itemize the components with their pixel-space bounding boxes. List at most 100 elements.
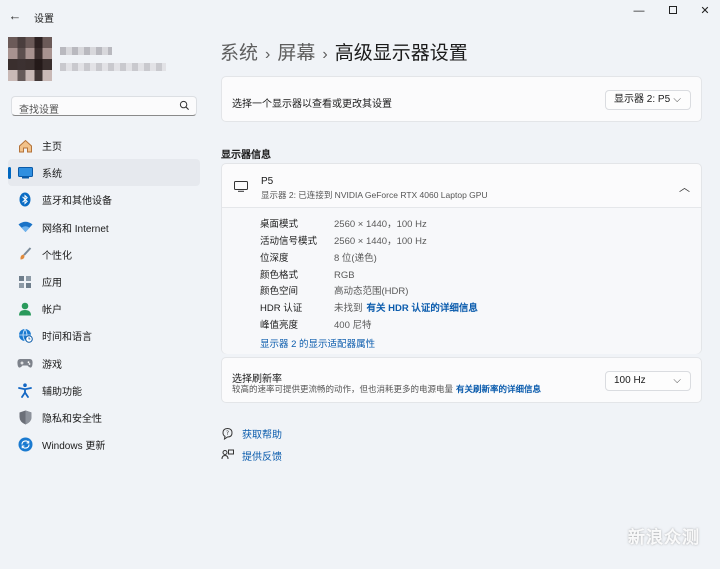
sidebar-item-accounts[interactable]: 帐户: [8, 295, 200, 322]
monitor-icon: [234, 181, 248, 192]
refresh-rate-card: 选择刷新率 较高的速率可提供更流畅的动作，但也消耗更多的电源电量 有关刷新率的详细…: [221, 357, 702, 403]
info-value: 未找到: [334, 303, 363, 314]
info-row: 活动信号模式 2560 × 1440，100 Hz: [260, 233, 427, 247]
help-icon: ?: [221, 427, 234, 440]
user-email-redacted: [60, 63, 166, 71]
apps-icon: [17, 274, 33, 290]
sidebar-nav: 主页 系统 蓝牙和其他设备 网络和 Internet 个性化 应用 帐户 时间和…: [8, 132, 200, 458]
maximize-button[interactable]: [658, 4, 688, 18]
info-row: 桌面模式 2560 × 1440，100 Hz: [260, 216, 427, 230]
sidebar-item-time-language[interactable]: 时间和语言: [8, 322, 200, 349]
search-input[interactable]: 查找设置: [19, 101, 59, 116]
sidebar-item-personalization[interactable]: 个性化: [8, 241, 200, 268]
sidebar-item-privacy[interactable]: 隐私和安全性: [8, 404, 200, 431]
sidebar-item-label: 隐私和安全性: [42, 413, 102, 425]
chevron-up-icon[interactable]: ︿: [679, 179, 690, 195]
monitor-name: P5: [261, 176, 274, 187]
maximize-icon: [669, 6, 677, 14]
feedback-link[interactable]: 提供反馈: [221, 448, 282, 463]
info-value: 400 尼特: [334, 320, 372, 331]
sidebar-item-windows-update[interactable]: Windows 更新: [8, 431, 200, 458]
info-key: 颜色格式: [260, 270, 299, 281]
info-value: 2560 × 1440，100 Hz: [334, 219, 427, 230]
info-row: 峰值亮度 400 尼特: [260, 317, 372, 331]
get-help-label: 获取帮助: [242, 430, 282, 441]
wifi-icon: [17, 219, 33, 235]
sidebar-item-label: 个性化: [42, 250, 72, 262]
user-profile[interactable]: [8, 37, 168, 81]
monitor-dropdown-value: 显示器 2: P5: [614, 94, 671, 105]
home-icon: [17, 138, 33, 154]
back-button[interactable]: ←: [7, 8, 23, 24]
info-key: 位深度: [260, 253, 289, 264]
globe-clock-icon: [17, 328, 33, 344]
sidebar-item-label: 蓝牙和其他设备: [42, 196, 112, 208]
sidebar-item-label: 帐户: [42, 305, 62, 317]
window-title: 设置: [34, 14, 54, 25]
sidebar-item-label: 辅助功能: [42, 386, 82, 398]
display-info-card: P5 显示器 2: 已连接到 NVIDIA GeForce RTX 4060 L…: [221, 163, 702, 354]
breadcrumb-display[interactable]: 屏幕: [277, 43, 315, 64]
sidebar-item-label: 游戏: [42, 359, 62, 371]
sidebar-item-label: 时间和语言: [42, 332, 92, 344]
section-title-display-info: 显示器信息: [221, 150, 271, 161]
breadcrumb-system[interactable]: 系统: [220, 43, 258, 64]
info-key: 颜色空间: [260, 286, 299, 297]
refresh-rate-note: 较高的速率可提供更流畅的动作，但也消耗更多的电源电量: [232, 384, 454, 394]
info-key: HDR 认证: [260, 303, 303, 314]
info-value: 高动态范围(HDR): [334, 286, 409, 297]
display-info-header[interactable]: P5 显示器 2: 已连接到 NVIDIA GeForce RTX 4060 L…: [222, 164, 701, 208]
search-box[interactable]: 查找设置: [11, 96, 197, 116]
accessibility-icon: [17, 382, 33, 398]
sidebar-item-system[interactable]: 系统: [8, 159, 200, 187]
update-icon: [17, 437, 33, 453]
account-icon: [17, 301, 33, 317]
gamepad-icon: [17, 355, 33, 371]
info-key: 桌面模式: [260, 219, 299, 230]
watermark: 新浪众测: [628, 528, 700, 547]
sidebar-item-label: 主页: [42, 142, 62, 154]
feedback-label: 提供反馈: [242, 452, 282, 463]
sidebar-item-gaming[interactable]: 游戏: [8, 350, 200, 377]
chevron-down-icon: ⌵: [673, 375, 681, 386]
search-icon[interactable]: [179, 100, 190, 111]
chevron-down-icon: ⌵: [673, 94, 681, 105]
refresh-rate-info-link[interactable]: 有关刷新率的详细信息: [456, 384, 541, 394]
monitor-select-label: 选择一个显示器以查看或更改其设置: [232, 99, 392, 110]
bluetooth-icon: [17, 192, 33, 208]
breadcrumb-separator: ›: [265, 46, 271, 63]
close-button[interactable]: ✕: [690, 4, 720, 18]
refresh-rate-description: 较高的速率可提供更流畅的动作，但也消耗更多的电源电量 有关刷新率的详细信息: [232, 383, 541, 395]
system-icon: [17, 165, 33, 181]
sidebar-item-apps[interactable]: 应用: [8, 268, 200, 295]
refresh-rate-dropdown[interactable]: 100 Hz ⌵: [605, 371, 691, 391]
info-row: 位深度 8 位(递色): [260, 250, 377, 264]
shield-icon: [17, 409, 33, 425]
feedback-icon: [221, 449, 234, 462]
sidebar-item-label: 系统: [42, 169, 62, 181]
display-info-body: 桌面模式 2560 × 1440，100 Hz 活动信号模式 2560 × 1440…: [222, 208, 701, 354]
refresh-rate-value: 100 Hz: [614, 375, 646, 386]
sidebar-item-home[interactable]: 主页: [8, 132, 200, 159]
brush-icon: [17, 246, 33, 262]
sidebar-item-label: Windows 更新: [42, 441, 106, 453]
info-row: HDR 认证 未找到 有关 HDR 认证的详细信息: [260, 300, 478, 314]
info-row: 颜色空间 高动态范围(HDR): [260, 283, 408, 297]
sidebar-item-label: 网络和 Internet: [42, 223, 109, 235]
monitor-select-card: 选择一个显示器以查看或更改其设置 显示器 2: P5 ⌵: [221, 76, 702, 122]
sidebar-item-network[interactable]: 网络和 Internet: [8, 214, 200, 241]
get-help-link[interactable]: ? 获取帮助: [221, 426, 282, 441]
info-key: 活动信号模式: [260, 236, 318, 247]
sidebar-item-bluetooth[interactable]: 蓝牙和其他设备: [8, 186, 200, 213]
title-bar: ← 设置 — ✕: [0, 0, 720, 30]
monitor-dropdown[interactable]: 显示器 2: P5 ⌵: [605, 90, 691, 110]
svg-text:?: ?: [226, 430, 229, 437]
page-title: 高级显示器设置: [334, 43, 468, 64]
adapter-properties-link[interactable]: 显示器 2 的显示适配器属性: [260, 336, 375, 350]
sidebar-item-accessibility[interactable]: 辅助功能: [8, 377, 200, 404]
info-key: 峰值亮度: [260, 320, 299, 331]
breadcrumb: 系统 › 屏幕 › 高级显示器设置: [220, 38, 468, 65]
hdr-info-link[interactable]: 有关 HDR 认证的详细信息: [367, 303, 478, 314]
user-name-redacted: [60, 47, 112, 55]
minimize-button[interactable]: —: [624, 4, 654, 18]
